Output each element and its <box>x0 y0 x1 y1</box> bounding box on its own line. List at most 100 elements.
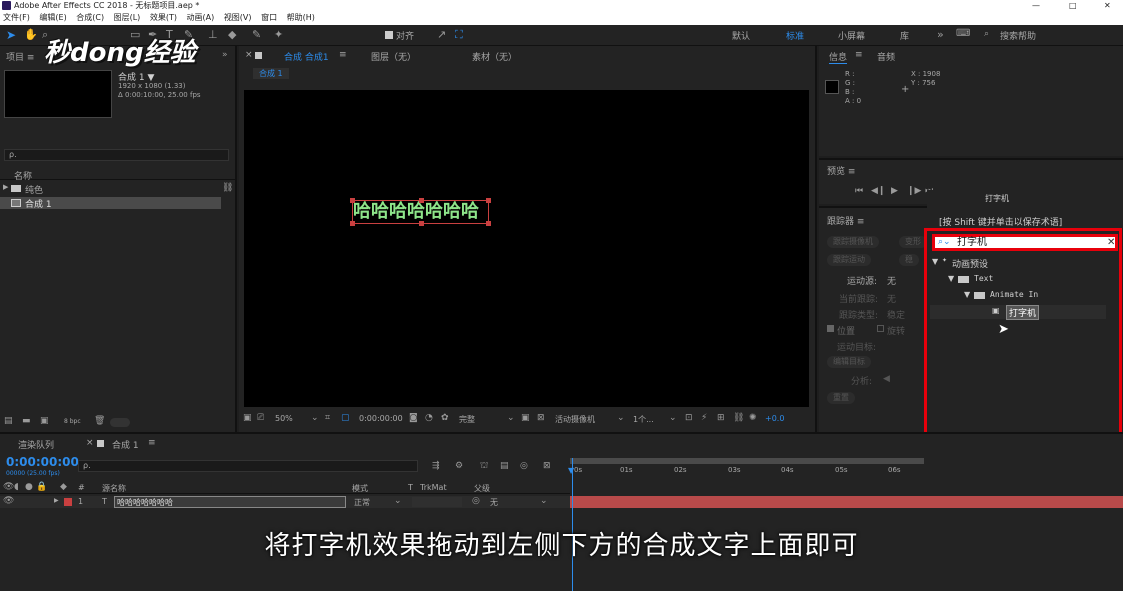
fast-preview-icon[interactable]: ⚡ <box>701 413 707 423</box>
stabilize-motion-button[interactable]: 稳 <box>899 254 919 266</box>
clear-search-icon[interactable]: ✕ <box>1107 237 1115 248</box>
column-name-header[interactable]: 名称 <box>14 169 32 182</box>
playhead-icon[interactable]: ▼ <box>568 466 574 475</box>
views-select[interactable]: 1个... <box>633 414 654 425</box>
track-type-value[interactable]: 稳定 <box>887 308 905 321</box>
expand-icon[interactable]: ▼ <box>948 274 954 283</box>
next-frame-icon[interactable]: ❙▶ <box>907 186 921 196</box>
label-icon[interactable]: ◆ <box>60 482 67 492</box>
search-help-toggle-icon[interactable]: ⌨ <box>956 28 970 39</box>
grid-toggle-icon[interactable]: ⊠ <box>537 413 545 423</box>
tab-close-icon[interactable]: × <box>86 438 94 448</box>
workspace-standard[interactable]: 标准 <box>786 29 804 42</box>
tab-audio[interactable]: 音频 <box>877 50 895 63</box>
close-button[interactable]: ✕ <box>1104 0 1111 11</box>
warp-stabilizer-button[interactable]: 变形 <box>899 236 927 248</box>
menu-composition[interactable]: 合成(C) <box>76 13 104 22</box>
trkmat-select[interactable] <box>412 497 462 507</box>
layer-name[interactable]: 哈哈哈哈哈哈哈 <box>114 496 346 508</box>
tab-composition-menu[interactable]: ≡ <box>339 50 347 60</box>
parent-dropdown-icon[interactable]: ⌄ <box>540 496 548 506</box>
current-track-value[interactable]: 无 <box>887 292 896 305</box>
camera-select[interactable]: 活动摄像机 <box>555 414 595 425</box>
column-parent-header[interactable]: 父级 <box>474 483 490 494</box>
resolution-dropdown-icon[interactable]: ⌄ <box>507 413 515 423</box>
project-tab[interactable]: 项目 ≡ <box>6 50 34 63</box>
current-time[interactable]: 0:00:00:00 <box>359 414 403 423</box>
comp-viewer[interactable]: 哈哈哈哈哈哈哈 <box>244 90 809 407</box>
snapshot-icon[interactable]: ◙ <box>409 413 418 423</box>
transform-handle[interactable] <box>486 198 491 203</box>
timeline-icon[interactable]: ⊞ <box>717 413 725 423</box>
first-frame-icon[interactable]: ⏮ <box>855 186 863 196</box>
mode-dropdown-icon[interactable]: ⌄ <box>394 496 402 506</box>
expand-icon[interactable]: ▼ <box>964 290 970 299</box>
tree-item[interactable]: ▼ Text <box>948 273 1118 287</box>
track-camera-button[interactable]: 跟踪摄像机 <box>827 236 879 248</box>
timeline-search-input[interactable]: ρ. <box>78 460 418 472</box>
snap-grid-icon[interactable]: ⛶ <box>455 28 463 42</box>
column-mode-header[interactable]: 模式 <box>352 483 368 494</box>
tree-item-selected[interactable]: ▣ 打字机 <box>930 305 1106 320</box>
layer-parent-select[interactable]: 无 <box>490 497 498 508</box>
region-icon[interactable]: ⌗ <box>325 413 330 423</box>
align-checkbox[interactable] <box>385 31 393 39</box>
menu-animation[interactable]: 动画(A) <box>187 13 215 22</box>
menu-effect[interactable]: 效果(T) <box>150 13 177 22</box>
workspace-library[interactable]: 库 <box>900 29 909 42</box>
snap-icon[interactable]: ↗ <box>437 28 446 41</box>
exposure-value[interactable]: +0.0 <box>765 414 784 423</box>
layer-duration-bar[interactable] <box>570 496 1123 508</box>
interpret-footage-icon[interactable]: ▤ <box>4 416 13 426</box>
menu-view[interactable]: 视图(V) <box>224 13 252 22</box>
menu-window[interactable]: 窗口 <box>261 13 277 22</box>
analyze-backward-icon[interactable]: ◀ <box>883 374 890 384</box>
graph-editor-icon[interactable]: ⊠ <box>543 461 551 471</box>
time-ruler[interactable]: 0s 01s 02s 03s 04s 05s 06s <box>570 458 924 484</box>
show-snapshot-icon[interactable]: ◔ <box>425 413 433 423</box>
tab-info-menu[interactable]: ≡ <box>855 50 863 60</box>
transform-handle[interactable] <box>350 221 355 226</box>
tab-info[interactable]: 信息 <box>829 50 848 64</box>
pickwhip-icon[interactable]: ◎ <box>472 496 480 506</box>
tab-composition[interactable]: 合成 合成1 <box>284 50 329 63</box>
zoom-select[interactable]: 50% <box>275 414 293 423</box>
camera-dropdown-icon[interactable]: ⌄ <box>617 413 625 423</box>
frame-blending-icon[interactable]: ▤ <box>500 461 509 471</box>
flowchart-view-icon[interactable]: ⛓ <box>733 413 744 423</box>
tree-item[interactable]: ▼ ✦ 动画预设 <box>932 256 1112 270</box>
list-item[interactable]: ▶ 纯色 ⛓ <box>0 183 235 196</box>
workspace-small[interactable]: 小屏幕 <box>838 29 865 42</box>
motion-blur-icon[interactable]: ◎ <box>520 461 528 471</box>
video-toggle-icon[interactable]: 👁 <box>3 482 14 492</box>
bpc-label[interactable]: 8 bpc <box>64 418 81 425</box>
zoom-dropdown-icon[interactable]: ⌄ <box>311 413 319 423</box>
layer-label-color[interactable] <box>64 498 72 506</box>
pin-tool-icon[interactable]: ✦ <box>274 28 283 41</box>
transparency-icon[interactable]: ▢ <box>341 413 350 423</box>
audio-toggle-icon[interactable]: ◖ <box>14 482 19 492</box>
comp-subtab[interactable]: 合成 1 <box>253 68 289 79</box>
solo-toggle-icon[interactable]: ● <box>25 482 33 492</box>
tab-timeline-menu[interactable]: ≡ <box>148 438 156 448</box>
motion-source-value[interactable]: 无 <box>887 274 896 287</box>
toggle-pixel-aspect-icon[interactable]: ⊡ <box>685 413 693 423</box>
new-folder-icon[interactable]: ▬ <box>22 416 31 426</box>
region-of-interest-icon[interactable]: ▣ <box>521 413 530 423</box>
menu-help[interactable]: 帮助(H) <box>287 13 315 22</box>
tab-close-icon[interactable]: × <box>245 50 253 60</box>
transform-handle[interactable] <box>419 198 424 203</box>
effects-search-value[interactable]: 打字机 <box>957 237 987 249</box>
stamp-tool-icon[interactable]: ⊥ <box>208 28 218 41</box>
previous-frame-icon[interactable]: ◀❙ <box>871 186 885 196</box>
text-layer-content[interactable]: 哈哈哈哈哈哈哈 <box>353 201 479 223</box>
workspace-default[interactable]: 默认 <box>732 29 750 42</box>
color-channel-icon[interactable]: ✿ <box>441 413 449 423</box>
position-checkbox[interactable] <box>827 325 834 332</box>
track-motion-button[interactable]: 跟踪运动 <box>827 254 871 266</box>
hand-tool-icon[interactable]: ✋ <box>24 28 38 41</box>
display-icon[interactable]: ⎚ <box>257 413 264 423</box>
edit-target-button[interactable]: 编辑目标 <box>827 356 871 368</box>
play-icon[interactable]: ▶ <box>891 186 898 196</box>
expand-icon[interactable]: ▼ <box>932 257 938 266</box>
